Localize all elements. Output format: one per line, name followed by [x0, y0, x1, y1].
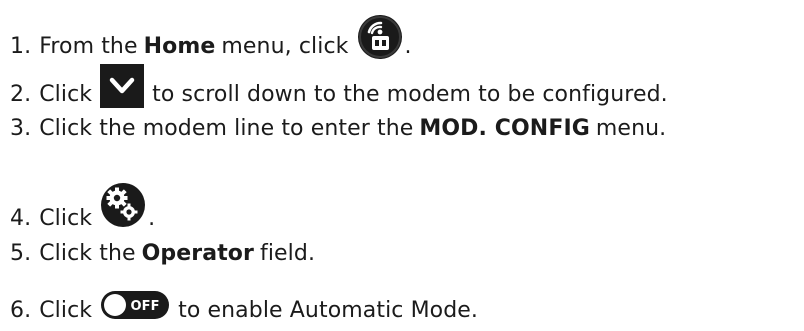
step-4: 4. Click . [10, 167, 155, 232]
step-text: Click the modem line to enter the [39, 116, 414, 141]
step-text: Click [39, 298, 93, 323]
step-number: 4. [10, 206, 32, 231]
chevron-down-icon [100, 64, 145, 108]
step-text: Click [39, 206, 93, 231]
step-text: to enable Automatic Mode. [178, 298, 479, 323]
step-6: 6. Click OFF to enable Automatic Mode. [10, 278, 478, 324]
step-number: 3. [10, 116, 32, 141]
step-number: 5. [10, 241, 32, 266]
step-1: 1. From the Home menu, click . [10, 10, 412, 60]
operator-field-label: Operator [141, 241, 254, 266]
step-5: 5. Click the Operator field. [10, 237, 315, 267]
step-text-end: . [404, 34, 412, 59]
toggle-off-label: OFF [131, 299, 160, 314]
step-text: Click the [39, 241, 136, 266]
step-text: From the [39, 34, 138, 59]
step-text-end: . [148, 206, 156, 231]
step-3: 3. Click the modem line to enter the MOD… [10, 112, 666, 142]
home-menu-label: Home [143, 34, 216, 59]
step-number: 1. [10, 34, 32, 59]
step-number: 2. [10, 82, 32, 107]
instruction-steps: 1. From the Home menu, click . 2. Click [0, 0, 804, 331]
step-text: Click [39, 82, 93, 107]
step-text: menu. [595, 116, 667, 141]
toggle-off-icon: OFF [100, 290, 170, 320]
gears-icon [100, 182, 146, 228]
antenna-signal-icon [357, 14, 403, 60]
step-text: menu, click [221, 34, 349, 59]
step-text: field. [259, 241, 316, 266]
step-number: 6. [10, 298, 32, 323]
step-text: to scroll down to the modem to be config… [152, 82, 668, 107]
mod-config-menu-label: MOD. CONFIG [419, 116, 590, 141]
step-2: 2. Click to scroll down to the modem to … [10, 62, 668, 108]
